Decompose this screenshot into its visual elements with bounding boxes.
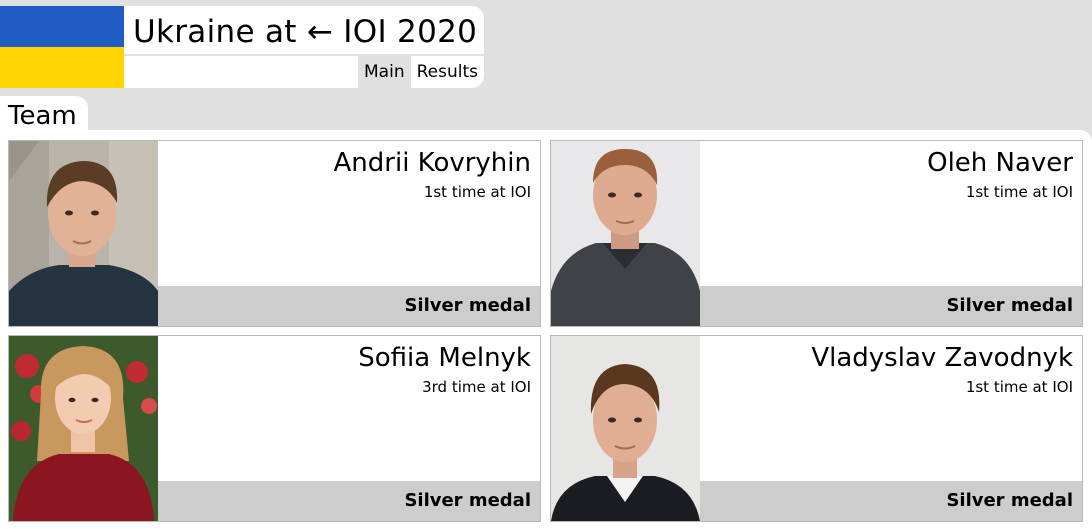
member-photo xyxy=(9,141,158,326)
medal-label: Silver medal xyxy=(946,490,1073,511)
medal-badge: Silver medal xyxy=(158,286,540,326)
member-participation: 3rd time at IOI xyxy=(422,378,531,396)
medal-badge: Silver medal xyxy=(158,481,540,521)
member-participation: 1st time at IOI xyxy=(965,378,1073,396)
nav-tabs: Main Results xyxy=(358,56,484,88)
member-photo xyxy=(551,336,700,521)
tab-results[interactable]: Results xyxy=(411,56,484,88)
member-name: Andrii Kovryhin xyxy=(333,148,531,178)
team-member-card[interactable]: Vladyslav Zavodnyk 1st time at IOI Silve… xyxy=(550,335,1083,522)
medal-label: Silver medal xyxy=(404,295,531,316)
medal-label: Silver medal xyxy=(404,490,531,511)
member-name: Sofiia Melnyk xyxy=(358,343,531,373)
section-title: Team xyxy=(8,101,77,131)
medal-badge: Silver medal xyxy=(700,286,1082,326)
member-name: Vladyslav Zavodnyk xyxy=(811,343,1073,373)
member-participation: 1st time at IOI xyxy=(965,183,1073,201)
tab-main[interactable]: Main xyxy=(358,56,411,88)
ukraine-flag xyxy=(0,6,124,88)
team-panel: Andrii Kovryhin 1st time at IOI Silver m… xyxy=(0,130,1092,530)
page-header: Ukraine at ← IOI 2020 Main Results xyxy=(0,6,484,88)
member-photo xyxy=(9,336,158,521)
team-member-card[interactable]: Sofiia Melnyk 3rd time at IOI Silver med… xyxy=(8,335,541,522)
page-title: Ukraine at ← IOI 2020 xyxy=(133,14,478,50)
medal-label: Silver medal xyxy=(946,295,1073,316)
member-photo xyxy=(551,141,700,326)
team-member-card[interactable]: Andrii Kovryhin 1st time at IOI Silver m… xyxy=(8,140,541,327)
member-name: Oleh Naver xyxy=(927,148,1073,178)
member-participation: 1st time at IOI xyxy=(423,183,531,201)
medal-badge: Silver medal xyxy=(700,481,1082,521)
team-member-card[interactable]: Oleh Naver 1st time at IOI Silver medal xyxy=(550,140,1083,327)
